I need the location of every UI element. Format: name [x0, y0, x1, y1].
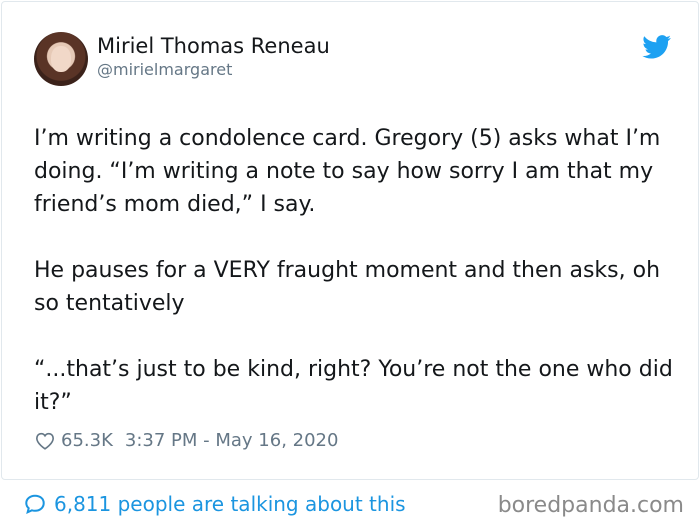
tweet-timestamp[interactable]: 3:37 PM - May 16, 2020	[125, 430, 339, 451]
speech-bubble-icon	[25, 494, 45, 515]
watermark: boredpanda.com	[497, 493, 684, 518]
avatar-face	[51, 46, 71, 72]
conversation-link[interactable]: 6,811 people are talking about this	[24, 492, 406, 516]
heart-icon[interactable]	[35, 432, 55, 450]
author-handle[interactable]: @mirielmargaret	[97, 60, 232, 79]
like-count[interactable]: 65.3K	[61, 430, 113, 451]
tweet-text: I’m writing a condolence card. Gregory (…	[34, 122, 674, 452]
tweet-paragraph-2: He pauses for a VERY fraught moment and …	[34, 258, 661, 316]
author-avatar[interactable]	[34, 32, 88, 86]
tweet-meta: 65.3K 3:37 PM - May 16, 2020	[35, 430, 338, 451]
twitter-bird-icon[interactable]	[642, 35, 672, 59]
talking-count-text[interactable]: 6,811 people are talking about this	[54, 492, 406, 516]
tweet-card: Miriel Thomas Reneau @mirielmargaret I’m…	[1, 1, 699, 480]
author-display-name[interactable]: Miriel Thomas Reneau	[97, 34, 330, 58]
tweet-paragraph-3: “...that’s just to be kind, right? You’r…	[34, 357, 673, 415]
tweet-paragraph-1: I’m writing a condolence card. Gregory (…	[34, 126, 661, 217]
